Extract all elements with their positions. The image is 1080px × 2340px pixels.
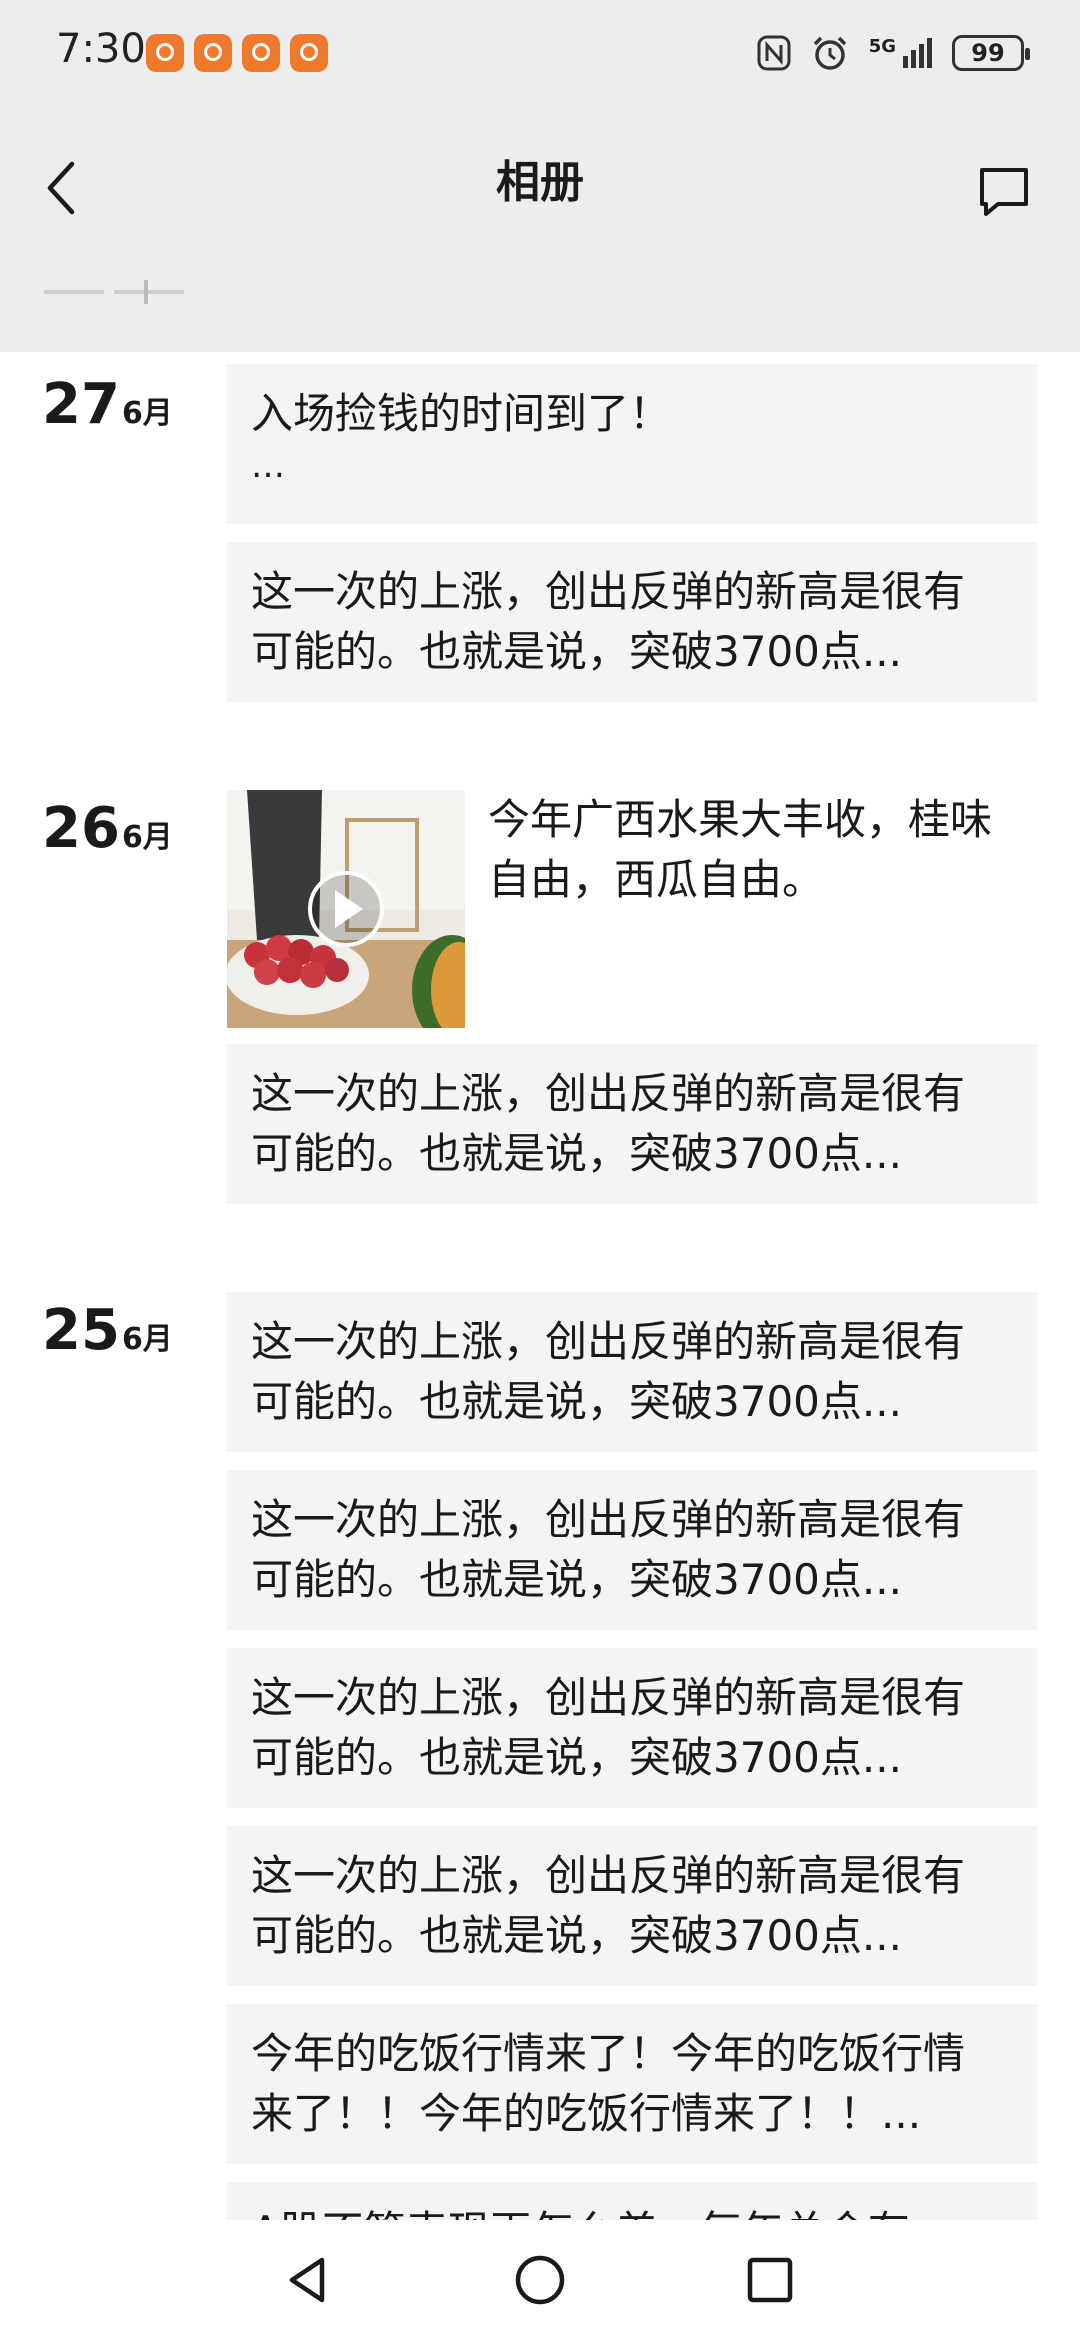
system-nav-bar (0, 2220, 1080, 2340)
post-text: 今年广西水果大丰收，桂味 (488, 795, 993, 844)
alarm-icon (813, 36, 846, 70)
status-time: 7:30 (56, 26, 146, 72)
post-card[interactable]: 这一次的上涨，创出反弹的新高是很有 可能的。也就是说，突破3700点... (227, 1648, 1037, 1808)
post-text: 可能的。也就是说，突破3700点... (251, 1555, 902, 1604)
album-feed[interactable]: 276月 入场捡钱的时间到了！ … 这一次的上涨，创出反弹的新高是很有 可能的。… (0, 352, 1080, 2220)
play-icon (335, 890, 363, 928)
status-indicators: 5G 99 (757, 28, 1030, 78)
media-post-text[interactable]: 今年广西水果大丰收，桂味 自由，西瓜自由。 (488, 790, 1048, 910)
app-notification-icon (242, 34, 280, 72)
app-notification-icon (146, 34, 184, 72)
date-day: 25 (42, 1298, 120, 1363)
post-text: 可能的。也就是说，突破3700点... (251, 1129, 902, 1178)
status-bar: 7:30 5G 99 (0, 0, 1080, 106)
battery-icon: 99 (952, 35, 1030, 71)
network-type: 5G (868, 36, 896, 57)
nfc-icon (757, 35, 791, 71)
date-day: 26 (42, 796, 120, 861)
date-label: 256月 (42, 1296, 173, 1375)
post-text: A股不管表现再怎么差，每年总会有 (251, 2202, 1015, 2220)
nav-recents-button[interactable] (740, 2250, 800, 2310)
post-text: … (251, 446, 287, 486)
post-card[interactable]: 入场捡钱的时间到了！ … (227, 364, 1037, 524)
post-text: 可能的。也就是说，突破3700点... (251, 1911, 902, 1960)
post-text: 入场捡钱的时间到了！ (251, 389, 672, 438)
video-thumbnail[interactable] (227, 790, 465, 1028)
post-text: 可能的。也就是说，突破3700点... (251, 1377, 902, 1426)
date-day: 27 (42, 372, 120, 437)
post-text: 这一次的上涨，创出反弹的新高是很有 (251, 567, 966, 616)
top-bar: 相册 (0, 106, 1080, 352)
signal-icon: 5G (869, 38, 932, 68)
post-card[interactable]: A股不管表现再怎么差，每年总会有 (227, 2182, 1037, 2220)
date-month: 6月 (121, 1322, 173, 1357)
date-month: 6月 (121, 820, 173, 855)
post-text: 今年的吃饭行情来了！今年的吃饭行情 (251, 2029, 966, 2078)
post-card[interactable]: 这一次的上涨，创出反弹的新高是很有 可能的。也就是说，突破3700点... (227, 542, 1037, 702)
post-card[interactable]: 今年的吃饭行情来了！今年的吃饭行情 来了！！今年的吃饭行情来了！！... (227, 2004, 1037, 2164)
nav-home-button[interactable] (510, 2250, 570, 2310)
post-card[interactable]: 这一次的上涨，创出反弹的新高是很有 可能的。也就是说，突破3700点... (227, 1470, 1037, 1630)
post-text: 这一次的上涨，创出反弹的新高是很有 (251, 1495, 966, 1544)
date-month: 6月 (121, 396, 173, 431)
post-text: 这一次的上涨，创出反弹的新高是很有 (251, 1317, 966, 1366)
nav-back-button[interactable] (278, 2250, 338, 2310)
post-card[interactable]: 这一次的上涨，创出反弹的新高是很有 可能的。也就是说，突破3700点... (227, 1826, 1037, 1986)
page-title: 相册 (496, 157, 584, 208)
app-notification-icon (290, 34, 328, 72)
post-text: 可能的。也就是说，突破3700点... (251, 1733, 902, 1782)
post-text: 这一次的上涨，创出反弹的新高是很有 (251, 1673, 966, 1722)
post-text: 来了！！今年的吃饭行情来了！！... (251, 2089, 922, 2138)
post-card[interactable]: 这一次的上涨，创出反弹的新高是很有 可能的。也就是说，突破3700点... (227, 1292, 1037, 1452)
blurred-subtitle (44, 276, 204, 310)
message-button[interactable] (964, 142, 1044, 232)
recents-square-icon (747, 2257, 793, 2303)
home-circle-icon (515, 2255, 565, 2305)
app-notification-icon (194, 34, 232, 72)
post-text: 自由，西瓜自由。 (488, 855, 825, 904)
post-text: 这一次的上涨，创出反弹的新高是很有 (251, 1851, 966, 1900)
date-label: 276月 (42, 370, 173, 449)
date-label: 266月 (42, 794, 173, 873)
post-text: 可能的。也就是说，突破3700点... (251, 627, 902, 676)
post-text: 这一次的上涨，创出反弹的新高是很有 (251, 1069, 966, 1118)
back-triangle-icon (289, 2257, 325, 2303)
message-icon (980, 168, 1028, 216)
post-card[interactable]: 这一次的上涨，创出反弹的新高是很有 可能的。也就是说，突破3700点... (227, 1044, 1037, 1204)
